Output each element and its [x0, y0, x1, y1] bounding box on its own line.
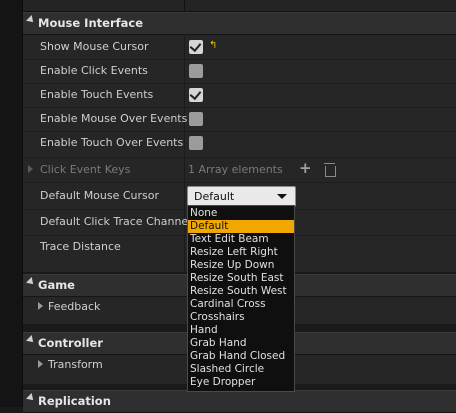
plus-icon[interactable]: +	[299, 159, 312, 177]
enable-touch-events-label: Enable Touch Events	[40, 88, 154, 101]
expand-arrow-icon[interactable]	[38, 360, 43, 368]
dropdown-option[interactable]: Eye Dropper	[188, 376, 294, 389]
expand-arrow-icon[interactable]	[38, 302, 43, 310]
dropdown-option[interactable]: Slashed Circle	[188, 363, 294, 376]
dropdown-option[interactable]: Resize Left Right	[188, 246, 294, 259]
combo-value: Default	[194, 190, 235, 203]
enable-click-events-checkbox[interactable]	[189, 64, 203, 78]
section-header-replication[interactable]: Replication	[23, 390, 456, 413]
enable-touch-over-events-label: Enable Touch Over Events	[40, 136, 184, 149]
expand-arrow-icon[interactable]	[28, 165, 33, 173]
show-mouse-cursor-checkbox[interactable]	[189, 39, 203, 54]
default-click-trace-channel-label: Default Click Trace Channel	[40, 215, 192, 228]
dropdown-option[interactable]: Grab Hand	[188, 337, 294, 350]
show-mouse-cursor-label: Show Mouse Cursor	[40, 40, 149, 53]
enable-touch-events-checkbox[interactable]	[189, 87, 203, 102]
collapse-arrow-icon[interactable]	[26, 393, 36, 403]
dropdown-option[interactable]: Cardinal Cross	[188, 298, 294, 311]
enable-touch-over-events-checkbox[interactable]	[189, 136, 203, 150]
section-header-mouse-interface[interactable]: Mouse Interface	[23, 12, 456, 35]
collapse-arrow-icon[interactable]	[26, 277, 36, 287]
section-title: Mouse Interface	[38, 16, 143, 30]
array-elements-count: 1 Array elements	[188, 163, 283, 176]
default-mouse-cursor-combo[interactable]: Default	[187, 186, 296, 207]
trash-icon[interactable]	[324, 163, 336, 177]
default-mouse-cursor-label: Default Mouse Cursor	[40, 189, 160, 202]
enable-click-events-label: Enable Click Events	[40, 64, 148, 77]
dropdown-option[interactable]: None	[188, 207, 294, 220]
feedback-label[interactable]: Feedback	[48, 300, 100, 313]
dropdown-option[interactable]: Crosshairs	[188, 311, 294, 324]
transform-label[interactable]: Transform	[48, 358, 103, 371]
enable-mouse-over-events-checkbox[interactable]	[189, 112, 203, 126]
section-title: Controller	[38, 336, 103, 350]
click-event-keys-label: Click Event Keys	[40, 163, 131, 176]
section-title: Game	[38, 278, 75, 292]
replication-panel: Replication	[23, 390, 456, 413]
dropdown-option[interactable]: Hand	[188, 324, 294, 337]
collapse-arrow-icon[interactable]	[26, 335, 36, 345]
enable-mouse-over-events-label: Enable Mouse Over Events	[40, 112, 188, 125]
dropdown-option[interactable]: Default	[188, 220, 294, 233]
section-title: Replication	[38, 394, 111, 408]
dropdown-option[interactable]: Resize Up Down	[188, 259, 294, 272]
dropdown-option[interactable]: Resize South East	[188, 272, 294, 285]
dropdown-option[interactable]: Grab Hand Closed	[188, 350, 294, 363]
left-gutter	[0, 0, 23, 407]
dropdown-option[interactable]: Text Edit Beam	[188, 233, 294, 246]
chevron-down-icon[interactable]	[277, 194, 287, 199]
reset-to-default-icon[interactable]: ↰	[209, 40, 217, 51]
collapse-arrow-icon[interactable]	[26, 15, 36, 25]
dropdown-option[interactable]: Resize South West	[188, 285, 294, 298]
trace-distance-label: Trace Distance	[40, 240, 121, 253]
previous-row	[23, 0, 456, 12]
cursor-dropdown-list[interactable]: None Default Text Edit Beam Resize Left Rig…	[187, 205, 295, 392]
